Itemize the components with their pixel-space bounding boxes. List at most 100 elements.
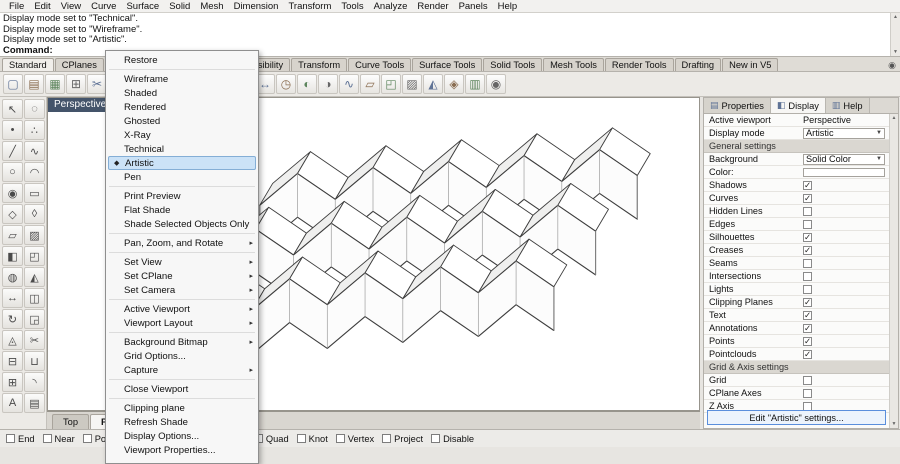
panel-scroll-up-icon[interactable]: ▲ xyxy=(892,114,897,122)
open-file-icon[interactable]: ▤ xyxy=(24,74,44,94)
panel-tab-properties[interactable]: ▤ Properties xyxy=(704,98,771,113)
menubar-item-render[interactable]: Render xyxy=(412,1,453,12)
menu-item-technical[interactable]: Technical xyxy=(106,142,258,156)
osnap-near[interactable]: Near xyxy=(42,434,75,444)
silhouettes-checkbox[interactable]: ✓ xyxy=(803,232,812,242)
text-tool-icon[interactable]: A xyxy=(2,393,23,413)
osnap-quad[interactable]: Quad xyxy=(253,434,289,444)
scroll-up-icon[interactable]: ▲ xyxy=(893,13,898,21)
menu-item-background-bitmap[interactable]: Background Bitmap ▸ xyxy=(106,335,258,349)
menu-item-display-options[interactable]: Display Options... xyxy=(106,429,258,443)
extrude-tool-icon[interactable]: ◧ xyxy=(2,246,23,266)
tab-transform[interactable]: Transform xyxy=(291,58,348,71)
hidden-lines-checkbox[interactable] xyxy=(803,206,812,216)
menu-item-shade-selected-objects-only[interactable]: Shade Selected Objects Only xyxy=(106,217,258,231)
osnap-end[interactable]: End xyxy=(6,434,35,444)
render-icon[interactable]: ◭ xyxy=(423,74,443,94)
rectangle-tool-icon[interactable]: ▭ xyxy=(24,183,45,203)
curve-tools-icon[interactable]: ∿ xyxy=(339,74,359,94)
menu-item-active-viewport[interactable]: Active Viewport ▸ xyxy=(106,302,258,316)
copy-tool-icon[interactable]: ◫ xyxy=(24,288,45,308)
panel-tab-display[interactable]: ◧ Display xyxy=(770,98,826,113)
menu-item-pen[interactable]: Pen xyxy=(106,170,258,184)
mesh-tools-icon[interactable]: ▨ xyxy=(402,74,422,94)
loft-tool-icon[interactable]: ▨ xyxy=(24,225,45,245)
toolbar-options-icon[interactable]: ◉ xyxy=(888,60,896,71)
freeform-curve-tool-icon[interactable]: ∿ xyxy=(24,141,45,161)
shaded-display-icon[interactable]: ◐ xyxy=(297,74,317,94)
osnap-knot[interactable]: Knot xyxy=(296,434,328,444)
viewport-tab-top[interactable]: Top xyxy=(52,414,89,429)
material-editor-icon[interactable]: ◈ xyxy=(444,74,464,94)
rotate-view-icon[interactable]: ◷ xyxy=(276,74,296,94)
line-tool-icon[interactable]: ╱ xyxy=(2,141,23,161)
tab-curve-tools[interactable]: Curve Tools xyxy=(348,58,412,71)
tab-standard[interactable]: Standard xyxy=(2,58,54,71)
menu-item-capture[interactable]: Capture ▸ xyxy=(106,363,258,377)
osnap-point-checkbox[interactable] xyxy=(82,434,92,443)
join-tool-icon[interactable]: ⊔ xyxy=(24,351,45,371)
menubar-item-mesh[interactable]: Mesh xyxy=(195,1,228,12)
tab-cplanes[interactable]: CPlanes xyxy=(54,58,104,71)
scale-tool-icon[interactable]: ◲ xyxy=(24,309,45,329)
menubar-item-transform[interactable]: Transform xyxy=(283,1,336,12)
surface-tools-icon[interactable]: ▱ xyxy=(360,74,380,94)
osnap-disable-checkbox[interactable] xyxy=(431,434,441,443)
osnap-near-checkbox[interactable] xyxy=(42,434,52,443)
annotations-checkbox[interactable]: ✓ xyxy=(803,323,812,333)
menubar-item-edit[interactable]: Edit xyxy=(29,1,55,12)
points-checkbox[interactable]: ✓ xyxy=(803,336,812,346)
layers-tool-icon[interactable]: ▤ xyxy=(24,393,45,413)
grid-checkbox[interactable] xyxy=(803,375,812,385)
display-mode-dropdown[interactable]: Artistic ▼ xyxy=(803,127,885,139)
scroll-down-icon[interactable]: ▼ xyxy=(893,48,898,56)
osnap-disable[interactable]: Disable xyxy=(431,434,474,444)
box-tool-icon[interactable]: ◰ xyxy=(24,246,45,266)
mirror-tool-icon[interactable]: ◬ xyxy=(2,330,23,350)
tab-solid-tools[interactable]: Solid Tools xyxy=(483,58,543,71)
menu-item-grid-options[interactable]: Grid Options... xyxy=(106,349,258,363)
command-scrollbar[interactable]: ▲ ▼ xyxy=(890,13,900,56)
menu-item-clipping-plane[interactable]: Clipping plane xyxy=(106,401,258,415)
rotate-tool-icon[interactable]: ↻ xyxy=(2,309,23,329)
menu-item-restore[interactable]: Restore xyxy=(106,53,258,67)
shadows-checkbox[interactable]: ✓ xyxy=(803,180,812,190)
menu-item-pan-zoom-and-rotate[interactable]: Pan, Zoom, and Rotate ▸ xyxy=(106,236,258,250)
menubar-item-surface[interactable]: Surface xyxy=(121,1,164,12)
osnap-vertex[interactable]: Vertex xyxy=(335,434,374,444)
menu-item-viewport-properties[interactable]: Viewport Properties... xyxy=(106,443,258,457)
array-tool-icon[interactable]: ⊞ xyxy=(2,372,23,392)
menu-item-x-ray[interactable]: X-Ray xyxy=(106,128,258,142)
menu-item-close-viewport[interactable]: Close Viewport xyxy=(106,382,258,396)
menu-item-set-camera[interactable]: Set Camera ▸ xyxy=(106,283,258,297)
tab-render-tools[interactable]: Render Tools xyxy=(604,58,674,71)
osnap-end-checkbox[interactable] xyxy=(6,434,15,443)
layer-manager-icon[interactable]: ▥ xyxy=(465,74,485,94)
menubar-item-curve[interactable]: Curve xyxy=(86,1,121,12)
menu-item-artistic[interactable]: ◆ Artistic xyxy=(108,156,256,170)
circle-tool-icon[interactable]: ○ xyxy=(2,162,23,182)
background-color-swatch[interactable] xyxy=(803,167,885,177)
panel-tab-help[interactable]: ▥ Help xyxy=(825,98,870,113)
panel-scrollbar[interactable]: ▲ ▼ xyxy=(889,114,898,428)
osnap-project[interactable]: Project xyxy=(382,434,423,444)
trim-tool-icon[interactable]: ✂ xyxy=(24,330,45,350)
menu-item-print-preview[interactable]: Print Preview xyxy=(106,189,258,203)
osnap-vertex-checkbox[interactable] xyxy=(335,434,345,443)
polygon-tool-icon[interactable]: ◇ xyxy=(2,204,23,224)
menubar-item-help[interactable]: Help xyxy=(493,1,523,12)
print-icon[interactable]: ⊞ xyxy=(66,74,86,94)
cut-icon[interactable]: ✂ xyxy=(87,74,107,94)
split-tool-icon[interactable]: ⊟ xyxy=(2,351,23,371)
pointclouds-checkbox[interactable]: ✓ xyxy=(803,349,812,359)
tab-drafting[interactable]: Drafting xyxy=(674,58,722,71)
menu-item-flat-shade[interactable]: Flat Shade xyxy=(106,203,258,217)
arc-tool-icon[interactable]: ◠ xyxy=(24,162,45,182)
menu-item-rendered[interactable]: Rendered xyxy=(106,100,258,114)
edges-checkbox[interactable] xyxy=(803,219,812,229)
fillet-tool-icon[interactable]: ◝ xyxy=(24,372,45,392)
point-tool-icon[interactable]: • xyxy=(2,120,23,140)
point-cloud-tool-icon[interactable]: ∴ xyxy=(24,120,45,140)
menu-item-refresh-shade[interactable]: Refresh Shade xyxy=(106,415,258,429)
menubar-item-panels[interactable]: Panels xyxy=(454,1,493,12)
